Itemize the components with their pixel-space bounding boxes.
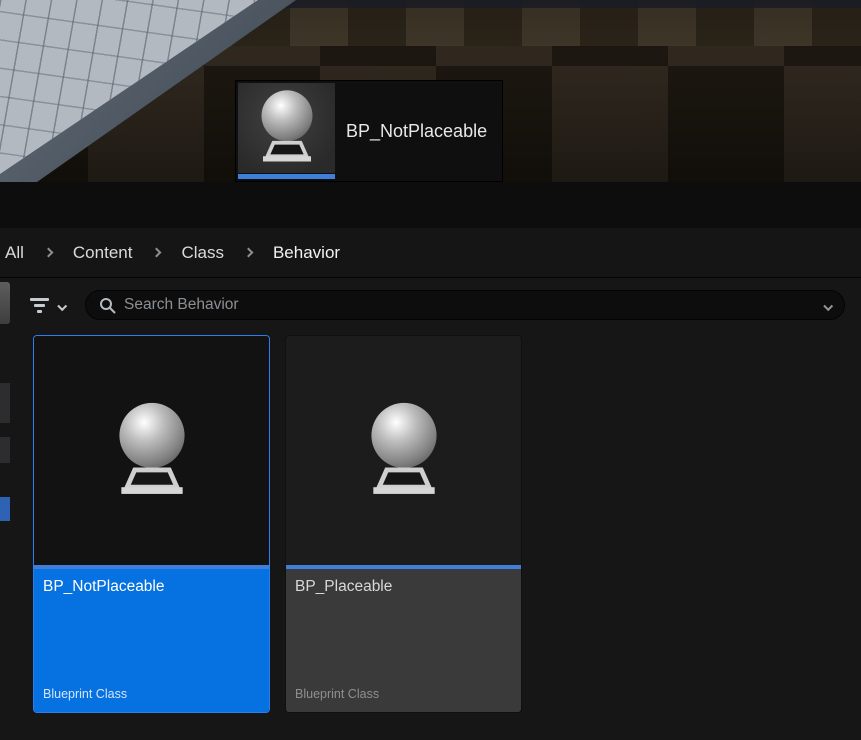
asset-type-label: Blueprint Class (295, 687, 512, 701)
sources-panel-edge-button[interactable] (0, 282, 10, 324)
breadcrumb-item-content[interactable]: Content (73, 243, 133, 263)
breadcrumb-item-behavior[interactable]: Behavior (273, 243, 340, 263)
asset-type-label: Blueprint Class (43, 687, 260, 701)
asset-tile-bp-placeable[interactable]: BP_Placeable Blueprint Class (285, 335, 522, 713)
asset-view: BP_NotPlaceable Blueprint Class BP_Place… (0, 278, 861, 740)
asset-thumbnail (236, 81, 335, 181)
filter-funnel-icon (30, 298, 49, 313)
unreal-editor-screen: BP_NotPlaceable All Content Class Behavi… (0, 0, 861, 740)
blueprint-actor-icon (106, 400, 198, 502)
breadcrumb-item-all[interactable]: All (5, 243, 24, 263)
asset-thumbnail (286, 336, 521, 565)
chevron-right-icon (244, 248, 254, 258)
asset-thumbnail (34, 336, 269, 565)
search-row (30, 290, 845, 320)
asset-label-area: BP_Placeable Blueprint Class (286, 569, 521, 712)
chevron-down-icon (57, 301, 67, 311)
chevron-down-icon[interactable] (823, 301, 833, 311)
asset-type-color-bar (238, 174, 335, 179)
asset-tile-bp-notplaceable[interactable]: BP_NotPlaceable Blueprint Class (33, 335, 270, 713)
chevron-right-icon (43, 248, 53, 258)
search-icon (99, 297, 116, 314)
blueprint-actor-icon (251, 88, 323, 168)
drag-preview-label: BP_NotPlaceable (346, 121, 487, 142)
chevron-right-icon (152, 248, 162, 258)
search-field[interactable] (85, 290, 845, 320)
content-browser-toolbar (0, 182, 861, 228)
blueprint-thumbnail (238, 83, 335, 173)
sources-panel-selected-item-edge[interactable] (0, 497, 10, 521)
filter-button[interactable] (30, 298, 65, 313)
sources-panel-item-edge[interactable] (0, 383, 10, 423)
breadcrumb-item-class[interactable]: Class (181, 243, 224, 263)
breadcrumb: All Content Class Behavior (0, 228, 861, 278)
sources-panel-item-edge[interactable] (0, 437, 10, 463)
asset-name: BP_Placeable (295, 578, 512, 596)
level-viewport[interactable]: BP_NotPlaceable (0, 0, 861, 182)
asset-name: BP_NotPlaceable (43, 578, 260, 596)
drag-preview-tooltip: BP_NotPlaceable (235, 80, 503, 182)
asset-label-area: BP_NotPlaceable Blueprint Class (34, 569, 269, 712)
search-input[interactable] (124, 296, 816, 314)
blueprint-actor-icon (358, 400, 450, 502)
